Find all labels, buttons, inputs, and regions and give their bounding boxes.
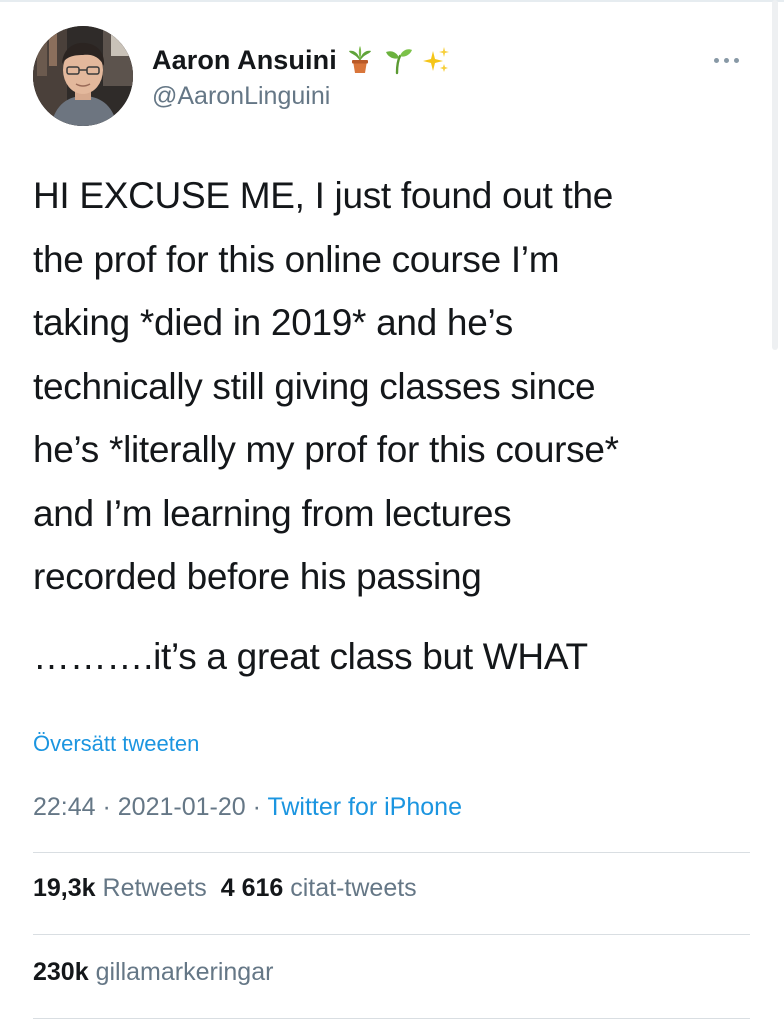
top-divider [0,0,784,2]
divider [33,852,750,853]
tweet-time[interactable]: 22:44 [33,793,96,821]
divider [33,934,750,935]
retweets-count: 19,3k [33,874,96,902]
translate-tweet-link[interactable]: Översätt tweeten [33,731,199,757]
likes-stat[interactable]: 230k gillamarkeringar [33,958,273,986]
potted-plant-emoji [345,45,375,75]
tweet-text-line: and I’m learning from lectures [33,492,512,534]
tweet-text-line: he’s *literally my prof for this course* [33,429,619,470]
tweet-text-line: HI EXCUSE ME, I just found out the [33,175,614,216]
tweet-text-line: recorded before his passing [33,556,482,597]
tweet-text-line: taking *died in 2019* and he’s [33,302,513,343]
scrollbar[interactable] [772,0,778,350]
avatar[interactable] [33,26,133,126]
likes-count: 230k [33,958,89,986]
tweet-header: Aaron Ansuini @AaronLinguini [33,26,753,130]
likes-label: gillamarkeringar [95,958,274,986]
meta-separator: · [95,793,118,821]
seedling-emoji [383,45,413,75]
engagement-stats-row: 19,3k Retweets 4 616 citat-tweets [33,874,417,903]
quote-tweets-count: 4 616 [220,874,284,902]
more-dot-icon [713,57,719,63]
tweet-date[interactable]: 2021-01-20 [118,793,246,821]
tweet-meta: 22:44 · 2021-01-20 · Twitter for iPhone [33,793,462,822]
display-name-row: Aaron Ansuini [152,40,451,80]
quote-tweets-stat[interactable]: 4 616 citat-tweets [221,874,417,902]
more-dot-icon [723,57,729,63]
author-block: Aaron Ansuini @AaronLinguini [152,40,451,111]
tweet-text-last-line: ……….it’s a great class but WHAT [33,635,588,677]
retweets-label: Retweets [102,874,207,902]
sparkles-emoji [421,45,451,75]
likes-stats-row: 230k gillamarkeringar [33,958,273,987]
tweet-text-line: the prof for this online course I’m [33,238,560,280]
divider [33,1018,750,1019]
tweet-text: HI EXCUSE ME, I just found out the the p… [33,164,763,688]
tweet-source-link[interactable]: Twitter for iPhone [267,793,462,821]
tweet-text-line: technically still giving classes since [33,365,596,407]
more-options-button[interactable] [701,46,751,74]
meta-separator: · [245,793,268,821]
retweets-stat[interactable]: 19,3k Retweets [33,874,207,902]
display-name[interactable]: Aaron Ansuini [152,45,337,76]
quote-tweets-label: citat-tweets [290,874,417,902]
more-dot-icon [733,57,739,63]
handle[interactable]: @AaronLinguini [152,82,451,111]
